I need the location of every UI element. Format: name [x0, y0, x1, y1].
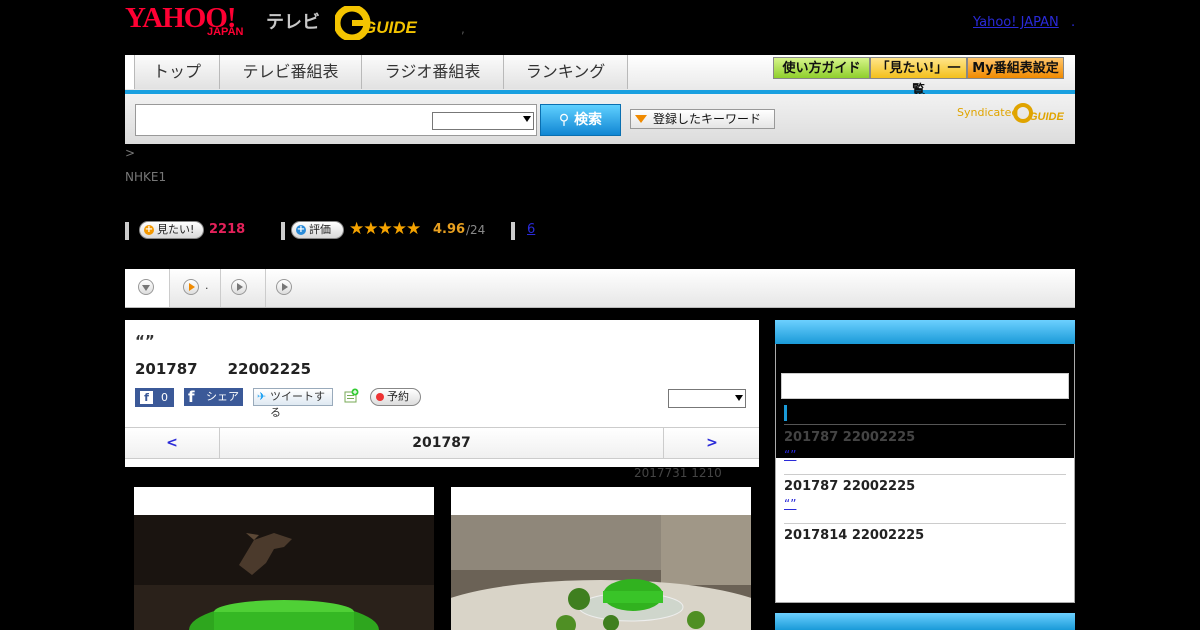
- search-bar: ⚲ 検索 登録したキーワード Syndicated GUIDE: [125, 94, 1075, 144]
- divider: [784, 474, 1066, 475]
- chevron-down-icon: [735, 395, 743, 401]
- twitter-bird-icon: ✈: [257, 390, 267, 403]
- triangle-down-icon: [635, 115, 647, 123]
- rate-button-label: 評価: [309, 223, 331, 236]
- tweet-label: ツイートする: [270, 390, 325, 419]
- tab-second-label: .: [205, 279, 209, 292]
- sidebar-item-date: 2017814 22002225: [784, 528, 925, 543]
- sidebar-footer-header: [775, 613, 1075, 630]
- divider: [125, 222, 129, 240]
- yahoo-logo-japan: JAPAN: [207, 26, 244, 38]
- want-button[interactable]: + 見たい!: [139, 221, 204, 239]
- site-header: YAHOO! JAPAN テレビ GUIDE , Yahoo! JAPAN .: [0, 0, 1200, 55]
- rating-score: 4.96: [433, 222, 466, 237]
- syndicated-label: Syndicated: [957, 106, 1019, 119]
- header-dot: ,: [461, 22, 465, 36]
- sidebar-header: [775, 320, 1075, 344]
- search-genre-select[interactable]: [432, 112, 534, 130]
- play-icon: [282, 283, 288, 291]
- want-count: 2218: [209, 222, 246, 237]
- divider: [784, 523, 1066, 524]
- header-separator: .: [1071, 15, 1076, 30]
- play-circle-icon: [231, 279, 247, 295]
- want-list-button[interactable]: 「見たい!」一覧: [870, 57, 967, 98]
- facebook-count-badge[interactable]: f 0: [135, 388, 174, 407]
- want-button-label: 見たい!: [157, 223, 195, 236]
- gguide-logo[interactable]: GUIDE: [335, 6, 431, 40]
- sidebar-item-date: 201787 22002225: [784, 430, 916, 445]
- play-icon: [237, 283, 243, 291]
- facebook-icon: f: [140, 391, 153, 404]
- tab-third[interactable]: [221, 269, 266, 307]
- program-tabs: .: [125, 269, 1075, 308]
- registered-keywords-label: 登録したキーワード: [653, 112, 762, 126]
- plus-icon: +: [296, 224, 306, 235]
- tab-program-info[interactable]: [125, 269, 170, 307]
- gguide-logo-text: GUIDE: [363, 18, 418, 37]
- current-date: 201787: [412, 435, 471, 451]
- syndicated-gguide-logo: GUIDE: [1013, 103, 1065, 123]
- facebook-share-button[interactable]: f シェア: [184, 388, 243, 406]
- tweet-button[interactable]: ✈ ツイートする: [253, 388, 333, 419]
- divider: [281, 222, 285, 240]
- tv-logo-text[interactable]: テレビ: [266, 8, 320, 34]
- updated-timestamp: 2017731 1210: [634, 466, 722, 480]
- svg-text:GUIDE: GUIDE: [1029, 111, 1065, 123]
- rating-count: /24: [466, 223, 486, 237]
- tab-fourth[interactable]: [266, 269, 310, 307]
- divider: [511, 222, 515, 240]
- chevron-down-icon: [142, 285, 150, 291]
- nav-left-edge: [125, 55, 135, 89]
- reserve-recording-button[interactable]: 予約: [370, 388, 421, 406]
- chevron-down-icon: [523, 116, 531, 122]
- facebook-count: 0: [161, 391, 168, 404]
- usage-guide-button[interactable]: 使い方ガイド: [773, 57, 870, 79]
- nav-tab-ranking[interactable]: ランキング: [504, 55, 628, 89]
- sidebar-item-date: 201787 22002225: [784, 479, 916, 494]
- dinosaur-jelly-image: [134, 515, 434, 630]
- breadcrumb[interactable]: >: [125, 146, 135, 160]
- rating-stars-icon: ★★★★★: [349, 219, 421, 239]
- facebook-icon: f: [188, 388, 195, 406]
- sidebar-item-link[interactable]: [784, 546, 814, 560]
- search-button[interactable]: ⚲ 検索: [540, 104, 621, 136]
- channel-name: NHKE1: [125, 170, 167, 184]
- program-title: “”: [135, 332, 155, 350]
- prev-date-link[interactable]: <: [125, 428, 220, 458]
- add-to-list-icon[interactable]: [344, 388, 359, 403]
- play-icon: [189, 283, 195, 291]
- yahoo-japan-link[interactable]: Yahoo! JAPAN: [973, 15, 1059, 30]
- search-icon: ⚲: [558, 112, 575, 128]
- green-jelly-table-image: [451, 515, 751, 630]
- reserve-label: 予約: [387, 390, 409, 403]
- my-listing-settings-button[interactable]: My番組表設定: [967, 57, 1064, 79]
- play-circle-icon: [183, 279, 199, 295]
- program-detail-box: “” 201787 22002225 f 0 f シェア ✈ ツイートする 予約…: [125, 320, 759, 467]
- rate-button[interactable]: + 評価: [291, 221, 344, 239]
- sidebar-input[interactable]: [781, 373, 1069, 399]
- tab-second[interactable]: .: [170, 269, 221, 307]
- nav-tab-top[interactable]: トップ: [135, 55, 220, 89]
- plus-icon: +: [144, 224, 154, 235]
- divider: [784, 424, 1066, 425]
- program-image-card[interactable]: [134, 487, 434, 630]
- next-date-link[interactable]: >: [663, 428, 760, 458]
- sidebar-item-link[interactable]: “”: [784, 448, 859, 462]
- date-navigation: < 201787 >: [125, 427, 759, 459]
- registered-keywords-button[interactable]: 登録したキーワード: [630, 109, 775, 129]
- play-circle-icon: [276, 279, 292, 295]
- search-button-label: 検索: [574, 112, 603, 128]
- record-icon: [376, 393, 384, 401]
- review-count-link[interactable]: 6: [527, 222, 535, 237]
- reminder-select[interactable]: [668, 389, 746, 408]
- sidebar-section-marker: [784, 405, 787, 421]
- main-nav: トップ テレビ番組表 ラジオ番組表 ランキング 使い方ガイド 「見たい!」一覧 …: [125, 55, 1075, 98]
- program-image-card[interactable]: [451, 487, 751, 630]
- nav-tab-tv-listings[interactable]: テレビ番組表: [220, 55, 362, 89]
- sidebar-item-link[interactable]: “”: [784, 497, 859, 511]
- nav-tab-radio-listings[interactable]: ラジオ番組表: [362, 55, 504, 89]
- dropdown-circle-icon: [138, 279, 154, 295]
- program-datetime: 201787 22002225: [135, 360, 312, 378]
- facebook-share-label: シェア: [206, 390, 239, 403]
